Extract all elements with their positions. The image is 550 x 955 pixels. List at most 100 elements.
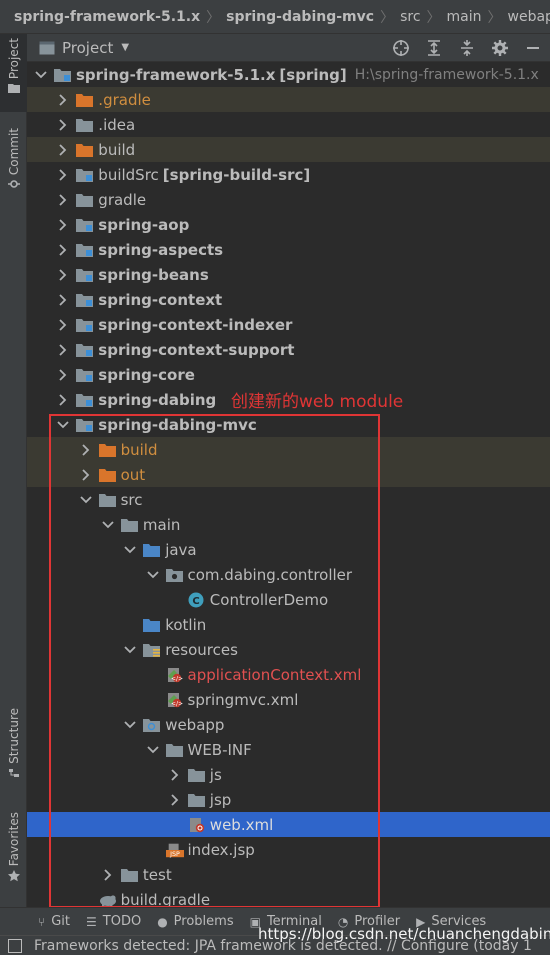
chevron-right-icon[interactable] — [56, 212, 70, 237]
path-hint: H:\spring-framework-5.1.x — [354, 66, 539, 83]
breadcrumb-item[interactable]: spring-dabing-mvc — [226, 9, 374, 25]
breadcrumb-item[interactable]: webapp — [508, 9, 550, 25]
expand-all-icon[interactable] — [423, 37, 445, 59]
breadcrumb-item[interactable]: spring-framework-5.1.x — [14, 9, 200, 25]
tree-row[interactable]: gradle — [27, 187, 550, 212]
tree-row[interactable]: jsp — [27, 787, 550, 812]
tool-tab-git[interactable]: ⑂ Git — [38, 914, 70, 929]
project-view-selector[interactable]: Project ▼ — [39, 39, 129, 57]
chevron-down-icon[interactable] — [146, 737, 160, 762]
tree-row[interactable]: java — [27, 537, 550, 562]
folder-icon — [187, 787, 206, 812]
commit-tool-button[interactable]: Commit — [0, 128, 27, 200]
breadcrumb-item[interactable]: main — [447, 9, 482, 25]
excluded-folder-icon — [76, 137, 94, 162]
chevron-down-icon[interactable] — [101, 512, 115, 537]
status-layout-icon[interactable] — [8, 938, 22, 953]
locate-icon[interactable] — [390, 37, 412, 59]
chevron-right-icon[interactable] — [168, 762, 182, 787]
tree-row[interactable]: kotlin — [27, 612, 550, 637]
tree-row[interactable]: spring-core — [27, 362, 550, 387]
commit-tool-label: Commit — [6, 128, 21, 176]
chevron-right-icon[interactable] — [56, 312, 70, 337]
tree-row[interactable]: </> applicationContext.xml — [27, 662, 550, 687]
chevron-right-icon[interactable] — [79, 462, 93, 487]
chevron-right-icon[interactable] — [56, 362, 70, 387]
project-tool-button[interactable]: Project — [0, 34, 27, 112]
tool-tab-todo[interactable]: ☰ TODO — [86, 914, 141, 929]
breadcrumb-item[interactable]: src — [400, 9, 420, 25]
tree-item-label: out — [120, 465, 146, 484]
chevron-right-icon[interactable] — [56, 287, 70, 312]
tree-row[interactable]: .idea — [27, 112, 550, 137]
chevron-right-icon[interactable] — [56, 237, 70, 262]
tree-row[interactable]: </> springmvc.xml — [27, 687, 550, 712]
chevron-down-icon[interactable] — [79, 487, 93, 512]
chevron-down-icon[interactable] — [56, 412, 70, 437]
tree-row[interactable]: webapp — [27, 712, 550, 737]
chevron-down-icon[interactable] — [123, 712, 137, 737]
chevron-down-icon[interactable] — [146, 562, 160, 587]
tree-row[interactable]: spring-context-indexer — [27, 312, 550, 337]
chevron-right-icon[interactable] — [56, 187, 70, 212]
chevron-down-icon[interactable] — [34, 62, 48, 87]
chevron-right-icon[interactable] — [79, 437, 93, 462]
gradle-file-icon — [99, 887, 117, 907]
structure-icon — [8, 768, 19, 777]
tree-row[interactable]: WEB-INF — [27, 737, 550, 762]
project-panel-header: Project ▼ — [27, 34, 550, 62]
module-folder-icon — [76, 337, 94, 362]
tree-row[interactable]: out — [27, 462, 550, 487]
tree-row[interactable]: buildSrc [spring-build-src] — [27, 162, 550, 187]
tree-row[interactable]: C ControllerDemo — [27, 587, 550, 612]
source-folder-icon — [143, 612, 161, 637]
tree-row[interactable]: main — [27, 512, 550, 537]
tree-row[interactable]: JSP index.jsp — [27, 837, 550, 862]
favorites-tool-button[interactable]: Favorites — [0, 812, 27, 896]
tree-item-label: WEB-INF — [187, 740, 252, 759]
tree-row[interactable]: spring-context — [27, 287, 550, 312]
tree-row[interactable]: spring-aspects — [27, 237, 550, 262]
tree-item-label: spring-aop — [98, 215, 190, 234]
chevron-right-icon[interactable] — [56, 337, 70, 362]
tree-row[interactable]: build — [27, 437, 550, 462]
tree-row[interactable]: spring-aop — [27, 212, 550, 237]
chevron-right-icon[interactable] — [101, 862, 115, 887]
tree-row[interactable]: js — [27, 762, 550, 787]
tree-row[interactable]: build — [27, 137, 550, 162]
commit-icon — [7, 180, 20, 188]
hide-icon[interactable] — [522, 37, 544, 59]
module-folder-icon — [76, 387, 94, 412]
chevron-right-icon[interactable] — [56, 112, 70, 137]
tree-item-label: buildSrc — [98, 165, 159, 184]
tree-row[interactable]: build.gradle — [27, 887, 550, 907]
tree-item-label: test — [142, 865, 172, 884]
tree-row[interactable]: .gradle — [27, 87, 550, 112]
tree-row[interactable]: spring-framework-5.1.x [spring] H:\spring-… — [27, 62, 550, 87]
tree-row[interactable]: spring-dabing-mvc — [27, 412, 550, 437]
tree-row[interactable]: resources — [27, 637, 550, 662]
chevron-right-icon[interactable] — [56, 387, 70, 412]
folder-icon — [120, 862, 139, 887]
collapse-all-icon[interactable] — [456, 37, 478, 59]
settings-icon[interactable] — [489, 37, 511, 59]
tree-row[interactable]: spring-context-support — [27, 337, 550, 362]
tool-tab-label: Problems — [173, 914, 234, 929]
tree-row[interactable]: src — [27, 487, 550, 512]
tree-row[interactable]: com.dabing.controller — [27, 562, 550, 587]
structure-tool-button[interactable]: Structure — [0, 708, 27, 792]
tree-row[interactable]: web.xml — [27, 812, 550, 837]
chevron-down-icon[interactable] — [123, 637, 137, 662]
chevron-right-icon[interactable] — [56, 137, 70, 162]
project-tree[interactable]: spring-framework-5.1.x [spring] H:\spring-… — [27, 62, 550, 907]
tree-row[interactable]: spring-beans — [27, 262, 550, 287]
excluded-folder-icon — [98, 437, 117, 462]
chevron-right-icon[interactable] — [56, 87, 70, 112]
chevron-right-icon[interactable] — [168, 787, 182, 812]
tool-tab-problems[interactable]: ● Problems — [157, 914, 233, 929]
tree-item-label: spring-context-indexer — [98, 315, 293, 334]
chevron-down-icon[interactable] — [123, 537, 137, 562]
chevron-right-icon[interactable] — [56, 262, 70, 287]
tree-row[interactable]: test — [27, 862, 550, 887]
chevron-right-icon[interactable] — [56, 162, 70, 187]
